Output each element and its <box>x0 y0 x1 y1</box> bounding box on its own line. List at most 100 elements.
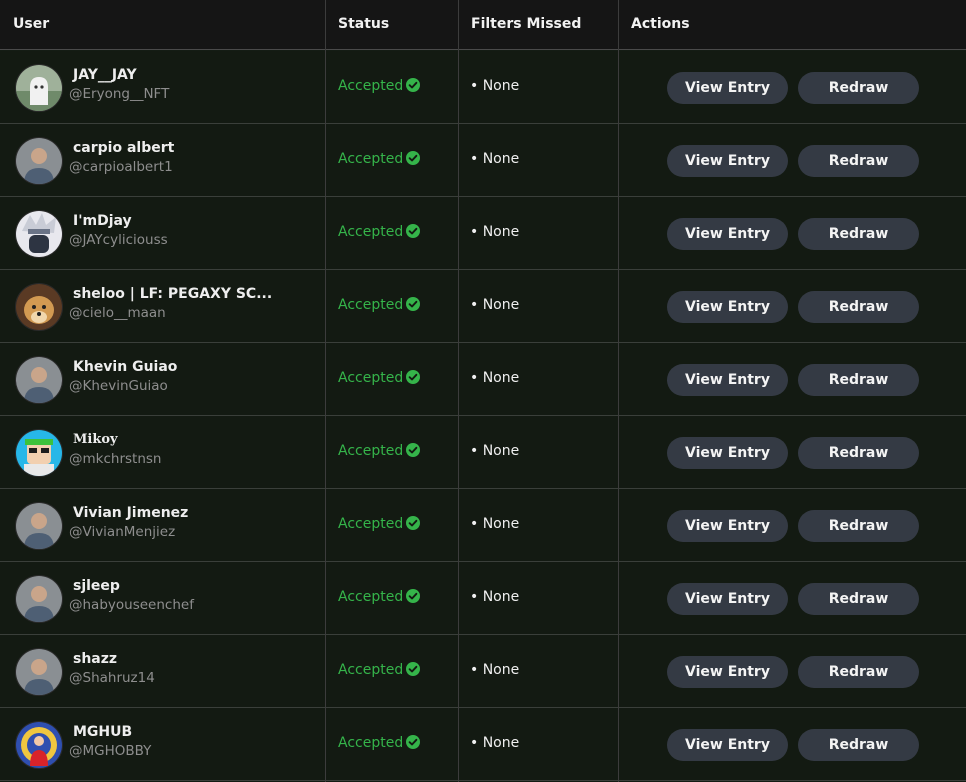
redraw-button[interactable]: Redraw <box>798 218 919 250</box>
user-display-name: I'mDjay <box>73 213 132 229</box>
status-text: Accepted <box>338 78 404 94</box>
status-text: Accepted <box>338 297 404 313</box>
status-badge: Accepted <box>338 662 421 680</box>
check-circle-icon <box>406 78 421 96</box>
status-badge: Accepted <box>338 370 421 388</box>
check-circle-icon <box>406 151 421 169</box>
view-entry-button[interactable]: View Entry <box>667 145 788 177</box>
avatar <box>15 648 63 696</box>
filters-missed-value: • None <box>470 516 520 532</box>
check-circle-icon <box>406 297 421 315</box>
filters-missed-value: • None <box>470 662 520 678</box>
status-badge: Accepted <box>338 151 421 169</box>
user-display-name: Khevin Guiao <box>73 359 178 375</box>
user-display-name: shazz <box>73 651 118 667</box>
filters-missed-value: • None <box>470 735 520 751</box>
redraw-button[interactable]: Redraw <box>798 656 919 688</box>
avatar <box>15 64 63 112</box>
redraw-button[interactable]: Redraw <box>798 437 919 469</box>
column-header-status: Status <box>338 16 390 32</box>
filters-missed-value: • None <box>470 151 520 167</box>
view-entry-button[interactable]: View Entry <box>667 437 788 469</box>
status-text: Accepted <box>338 370 404 386</box>
filters-missed-value: • None <box>470 589 520 605</box>
check-circle-icon <box>406 370 421 388</box>
table-row: sjleep @habyouseenchef Accepted • None V… <box>0 562 966 635</box>
column-divider <box>325 0 326 782</box>
redraw-button[interactable]: Redraw <box>798 364 919 396</box>
user-handle: @mkchrstnsn <box>69 451 162 467</box>
user-handle: @habyouseenchef <box>69 597 194 613</box>
user-display-name: carpio albert <box>73 140 175 156</box>
avatar <box>15 137 63 185</box>
table-row: Khevin Guiao @KhevinGuiao Accepted • Non… <box>0 343 966 416</box>
table-row: shazz @Shahruz14 Accepted • None View En… <box>0 635 966 708</box>
status-badge: Accepted <box>338 224 421 242</box>
avatar <box>15 283 63 331</box>
filters-missed-value: • None <box>470 370 520 386</box>
redraw-button[interactable]: Redraw <box>798 72 919 104</box>
table-row: I'mDjay @JAYcyliciouss Accepted • None V… <box>0 197 966 270</box>
status-text: Accepted <box>338 735 404 751</box>
column-divider <box>618 0 619 782</box>
view-entry-button[interactable]: View Entry <box>667 656 788 688</box>
view-entry-button[interactable]: View Entry <box>667 364 788 396</box>
filters-missed-value: • None <box>470 78 520 94</box>
column-header-actions: Actions <box>631 16 690 32</box>
table-row: JAY__JAY @Eryong__NFT Accepted • None Vi… <box>0 51 966 124</box>
user-display-name: Vivian Jimenez <box>73 505 189 521</box>
table-row: MGHUB @MGHOBBY Accepted • None View Entr… <box>0 708 966 781</box>
avatar <box>15 356 63 404</box>
filters-missed-value: • None <box>470 224 520 240</box>
status-badge: Accepted <box>338 443 421 461</box>
redraw-button[interactable]: Redraw <box>798 729 919 761</box>
view-entry-button[interactable]: View Entry <box>667 510 788 542</box>
status-badge: Accepted <box>338 78 421 96</box>
column-header-user: User <box>13 16 50 32</box>
check-circle-icon <box>406 224 421 242</box>
filters-missed-value: • None <box>470 297 520 313</box>
table-row: Vivian Jimenez @VivianMenjiez Accepted •… <box>0 489 966 562</box>
column-header-filters-missed: Filters Missed <box>471 16 582 32</box>
view-entry-button[interactable]: View Entry <box>667 291 788 323</box>
check-circle-icon <box>406 443 421 461</box>
status-text: Accepted <box>338 443 404 459</box>
status-badge: Accepted <box>338 297 421 315</box>
status-text: Accepted <box>338 224 404 240</box>
avatar <box>15 721 63 769</box>
entries-table: User Status Filters Missed Actions JAY__… <box>0 0 966 782</box>
avatar <box>15 429 63 477</box>
redraw-button[interactable]: Redraw <box>798 145 919 177</box>
table-row: Mikoy @mkchrstnsn Accepted • None View E… <box>0 416 966 489</box>
view-entry-button[interactable]: View Entry <box>667 218 788 250</box>
status-text: Accepted <box>338 589 404 605</box>
user-display-name: sjleep <box>73 578 120 594</box>
user-handle: @KhevinGuiao <box>69 378 168 394</box>
avatar <box>15 210 63 258</box>
table-header: User Status Filters Missed Actions <box>0 0 966 50</box>
view-entry-button[interactable]: View Entry <box>667 72 788 104</box>
table-row: sheloo | LF: PEGAXY SC... @cielo__maan A… <box>0 270 966 343</box>
user-handle: @JAYcyliciouss <box>69 232 168 248</box>
user-display-name: MGHUB <box>73 724 133 740</box>
user-display-name: JAY__JAY <box>73 67 137 83</box>
user-handle: @carpioalbert1 <box>69 159 173 175</box>
table-row: carpio albert @carpioalbert1 Accepted • … <box>0 124 966 197</box>
user-handle: @MGHOBBY <box>69 743 152 759</box>
redraw-button[interactable]: Redraw <box>798 291 919 323</box>
user-handle: @VivianMenjiez <box>69 524 176 540</box>
redraw-button[interactable]: Redraw <box>798 583 919 615</box>
column-divider <box>458 0 459 782</box>
redraw-button[interactable]: Redraw <box>798 510 919 542</box>
avatar <box>15 502 63 550</box>
avatar <box>15 575 63 623</box>
status-text: Accepted <box>338 516 404 532</box>
user-handle: @Shahruz14 <box>69 670 155 686</box>
check-circle-icon <box>406 662 421 680</box>
check-circle-icon <box>406 516 421 534</box>
status-text: Accepted <box>338 151 404 167</box>
user-display-name: Mikoy <box>73 432 118 447</box>
filters-missed-value: • None <box>470 443 520 459</box>
view-entry-button[interactable]: View Entry <box>667 729 788 761</box>
view-entry-button[interactable]: View Entry <box>667 583 788 615</box>
